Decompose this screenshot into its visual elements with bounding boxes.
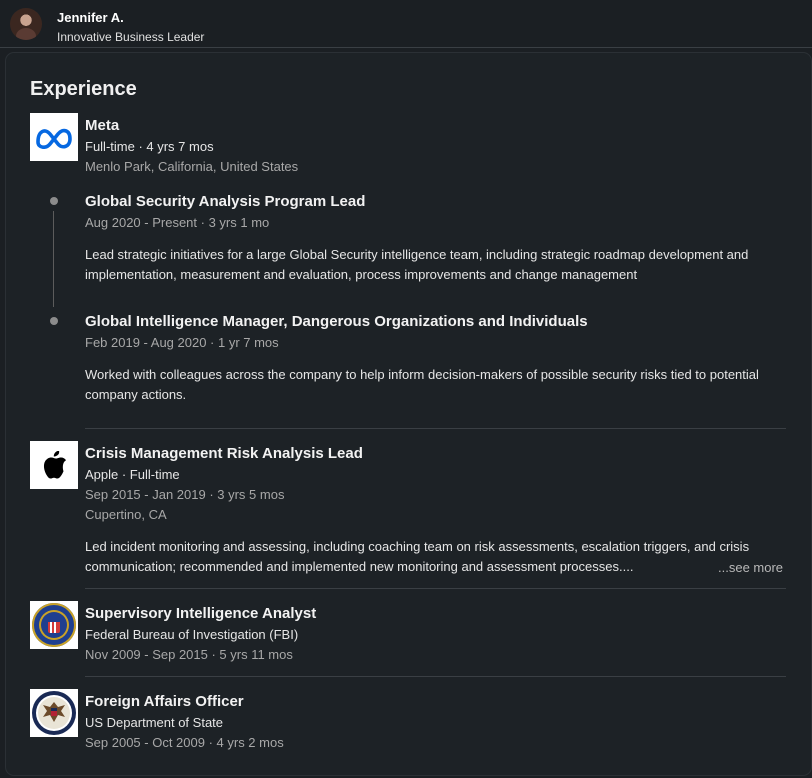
role-title-fbi[interactable]: Supervisory Intelligence Analyst — [85, 605, 316, 622]
divider — [85, 676, 786, 677]
description-text: Led incident monitoring and assessing, i… — [85, 539, 750, 574]
role-dates: Aug 2020 - Present · 3 yrs 1 mo — [85, 215, 270, 230]
dates-state: Sep 2005 - Oct 2009 · 4 yrs 2 mos — [85, 735, 284, 750]
apple-logo-icon — [43, 451, 66, 479]
divider — [85, 428, 786, 429]
timeline-dot — [50, 317, 58, 325]
state-department-seal-logo[interactable] — [30, 689, 78, 737]
timeline-line — [53, 211, 54, 307]
experience-card: Experience Meta Full-time · 4 yrs 7 mos … — [6, 53, 811, 775]
role-description: Worked with colleagues across the compan… — [85, 367, 759, 402]
avatar[interactable] — [10, 8, 42, 40]
profile-headline: Innovative Business Leader — [57, 30, 205, 44]
profile-header: Jennifer A. Innovative Business Leader — [0, 0, 812, 48]
dates-apple: Sep 2015 - Jan 2019 · 3 yrs 5 mos — [85, 487, 285, 502]
company-state: US Department of State — [85, 715, 224, 730]
role-title-apple[interactable]: Crisis Management Risk Analysis Lead — [85, 445, 363, 462]
role-title[interactable]: Global Security Analysis Program Lead — [85, 193, 365, 210]
timeline-dot — [50, 197, 58, 205]
role-dates: Feb 2019 - Aug 2020 · 1 yr 7 mos — [85, 335, 279, 350]
role-description: Lead strategic initiatives for a large G… — [85, 247, 749, 282]
see-more-link[interactable]: ...see more — [718, 560, 783, 575]
role-title-state[interactable]: Foreign Affairs Officer — [85, 693, 244, 710]
employment-type-meta: Full-time · 4 yrs 7 mos — [85, 139, 214, 154]
role-title[interactable]: Global Intelligence Manager, Dangerous O… — [85, 313, 588, 330]
section-title: Experience — [30, 78, 137, 100]
meta-logo[interactable] — [30, 113, 78, 161]
state-seal-icon — [32, 691, 76, 735]
meta-logo-icon — [36, 128, 72, 149]
fbi-seal-logo[interactable] — [30, 601, 78, 649]
company-apple: Apple · Full-time — [85, 467, 180, 482]
divider — [85, 588, 786, 589]
dates-fbi: Nov 2009 - Sep 2015 · 5 yrs 11 mos — [85, 647, 293, 662]
location-meta: Menlo Park, California, United States — [85, 159, 299, 174]
company-fbi: Federal Bureau of Investigation (FBI) — [85, 627, 299, 642]
role-description-apple: Led incident monitoring and assessing, i… — [85, 537, 785, 577]
fbi-seal-icon — [32, 603, 76, 647]
company-name-meta[interactable]: Meta — [85, 117, 119, 134]
apple-logo[interactable] — [30, 441, 78, 489]
profile-name[interactable]: Jennifer A. — [57, 10, 124, 25]
location-apple: Cupertino, CA — [85, 507, 167, 522]
